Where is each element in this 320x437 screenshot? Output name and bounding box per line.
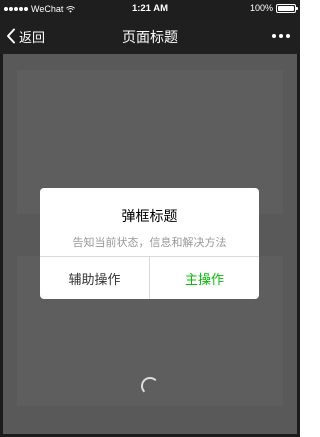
page-title: 页面标题 — [122, 30, 178, 46]
loading-spinner-icon — [141, 377, 159, 395]
status-right: 100% — [249, 3, 298, 13]
nav-bar: 返回 页面标题 — [0, 18, 300, 54]
status-bar: WeChat 1:21 AM 100% — [0, 0, 300, 18]
battery-icon — [276, 3, 298, 13]
more-icon — [279, 34, 283, 38]
phone-screen: WeChat 1:21 AM 100% 返回 页面标题 弹框标题 告知当前状态，… — [0, 0, 300, 437]
battery-fill — [278, 5, 294, 11]
primary-action-button[interactable]: 主操作 — [150, 257, 259, 299]
more-button[interactable] — [272, 34, 290, 38]
more-icon — [286, 34, 290, 38]
dialog-actions: 辅助操作 主操作 — [40, 256, 259, 299]
dialog-title: 弹框标题 — [121, 209, 178, 225]
more-icon — [272, 34, 276, 38]
dialog: 弹框标题 告知当前状态，信息和解决方法 辅助操作 主操作 — [40, 188, 259, 299]
secondary-action-button[interactable]: 辅助操作 — [40, 257, 150, 299]
battery-percent: 100% — [249, 3, 273, 13]
dialog-message: 告知当前状态，信息和解决方法 — [72, 236, 227, 249]
